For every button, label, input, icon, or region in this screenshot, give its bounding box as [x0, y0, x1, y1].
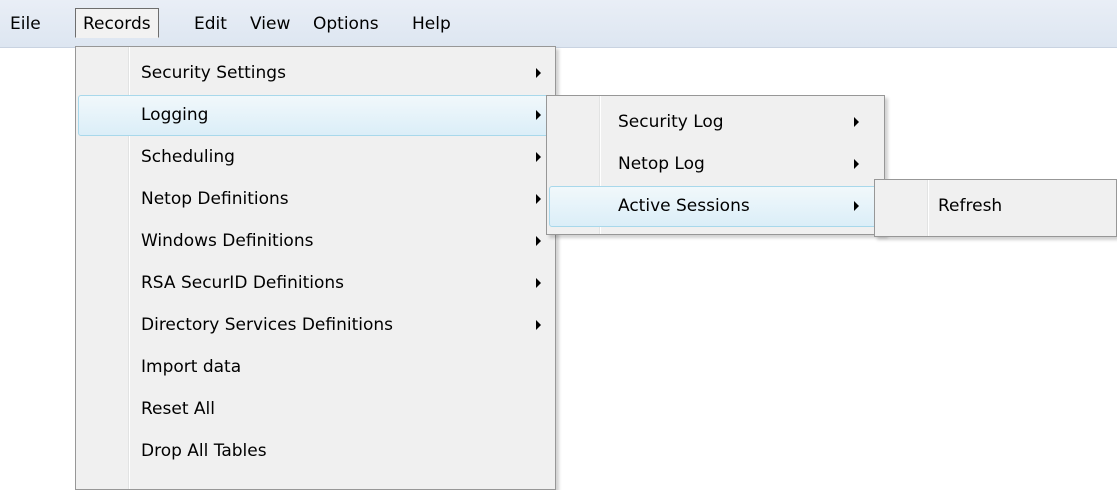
menu-item-label: Drop All Tables [141, 441, 267, 461]
menu-help-label: Help [412, 14, 451, 34]
submenu-arrow-icon [536, 68, 541, 78]
menu-edit-label: Edit [194, 14, 227, 34]
menu-file[interactable]: Eile [2, 8, 49, 38]
menu-view-label: View [250, 14, 291, 34]
menu-item-label: Scheduling [141, 147, 235, 167]
menu-item-label: Active Sessions [618, 196, 750, 216]
menu-options[interactable]: Options [305, 8, 387, 38]
menu-item-directory-services-definitions[interactable]: Directory Services Definitions [78, 305, 553, 346]
menu-help[interactable]: Help [404, 8, 459, 38]
submenu-arrow-icon [536, 110, 541, 120]
menu-item-label: Security Log [618, 112, 724, 132]
menu-item-import-data[interactable]: Import data [78, 347, 553, 388]
submenu-arrow-icon [536, 320, 541, 330]
menu-records-label: Records [83, 14, 151, 34]
submenu-arrow-icon [854, 201, 859, 211]
menu-records[interactable]: Records [75, 8, 159, 38]
menu-file-label: Eile [10, 14, 41, 34]
submenu-arrow-icon [854, 117, 859, 127]
menu-options-label: Options [313, 14, 379, 34]
menu-item-security-log[interactable]: Security Log [549, 102, 882, 143]
menu-item-label: Netop Definitions [141, 189, 289, 209]
submenu-arrow-icon [536, 152, 541, 162]
menu-item-reset-all[interactable]: Reset All [78, 389, 553, 430]
menu-view[interactable]: View [242, 8, 298, 38]
menu-item-label: Windows Definitions [141, 231, 314, 251]
menu-item-netop-log[interactable]: Netop Log [549, 144, 882, 185]
menu-item-label: Security Settings [141, 63, 286, 83]
menu-item-netop-definitions[interactable]: Netop Definitions [78, 179, 553, 220]
records-menu: Security Settings Logging Scheduling Net… [75, 46, 556, 490]
logging-submenu: Security Log Netop Log Active Sessions [546, 95, 885, 235]
active-sessions-submenu: Refresh [874, 179, 1117, 237]
menu-item-label: Refresh [938, 196, 1003, 216]
submenu-arrow-icon [536, 236, 541, 246]
menu-item-active-sessions[interactable]: Active Sessions [549, 186, 882, 227]
menu-bar: Eile Records Edit View Options Help [0, 0, 1117, 48]
menu-item-label: Logging [141, 105, 209, 125]
menu-item-refresh[interactable]: Refresh [877, 186, 1114, 227]
submenu-arrow-icon [854, 159, 859, 169]
submenu-arrow-icon [536, 278, 541, 288]
menu-item-label: Reset All [141, 399, 215, 419]
menu-edit[interactable]: Edit [186, 8, 235, 38]
menu-item-label: Directory Services Definitions [141, 315, 394, 335]
menu-item-label: Import data [141, 357, 242, 377]
menu-item-rsa-securid-definitions[interactable]: RSA SecurID Definitions [78, 263, 553, 304]
menu-item-drop-all-tables[interactable]: Drop All Tables [78, 431, 553, 472]
menu-item-logging[interactable]: Logging [78, 95, 553, 136]
menu-item-scheduling[interactable]: Scheduling [78, 137, 553, 178]
menu-item-windows-definitions[interactable]: Windows Definitions [78, 221, 553, 262]
menu-item-label: RSA SecurID Definitions [141, 273, 344, 293]
menu-item-security-settings[interactable]: Security Settings [78, 53, 553, 94]
menu-item-label: Netop Log [618, 154, 705, 174]
submenu-arrow-icon [536, 194, 541, 204]
